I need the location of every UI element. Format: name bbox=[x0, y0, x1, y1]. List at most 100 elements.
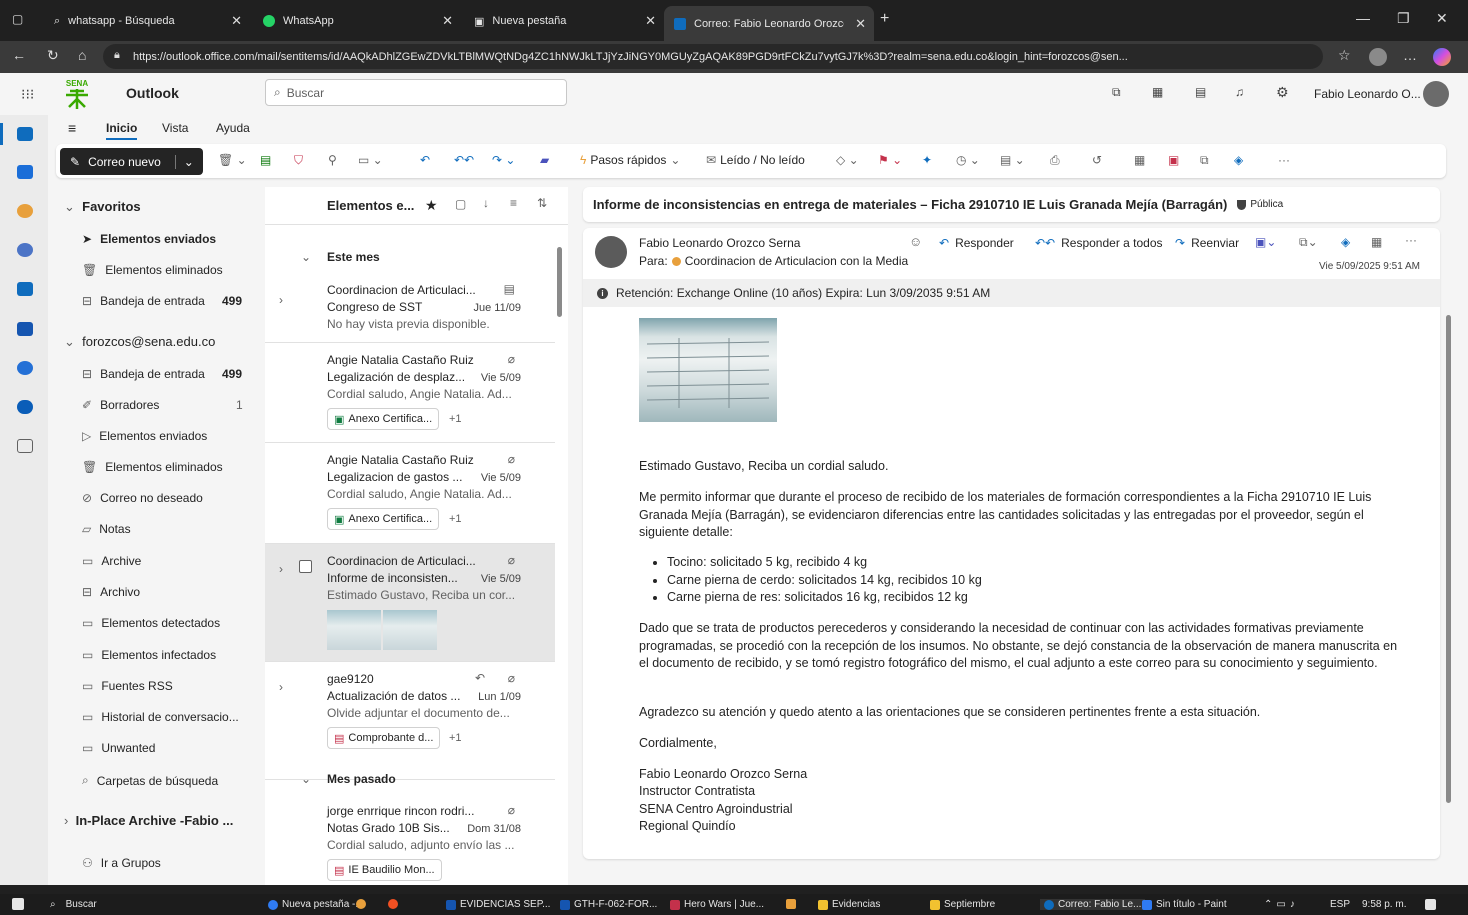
jump-icon[interactable]: ↓ bbox=[483, 196, 489, 210]
minimize-icon[interactable]: — bbox=[1356, 10, 1370, 26]
select-checkbox[interactable] bbox=[299, 560, 312, 573]
avatar[interactable] bbox=[1423, 81, 1449, 107]
back-icon[interactable]: ← bbox=[12, 47, 26, 63]
search-input[interactable]: Buscar bbox=[287, 86, 324, 100]
mail-icon[interactable] bbox=[17, 127, 33, 141]
folder-detected[interactable]: ▭ Elementos detectados bbox=[82, 616, 220, 630]
folder-unwanted[interactable]: ▭ Unwanted bbox=[82, 741, 155, 755]
list-item[interactable]: › gae9120 ↶ ⌀ Actualización de datos ...… bbox=[265, 662, 555, 780]
calendar-icon[interactable]: ▦ bbox=[1152, 85, 1163, 99]
close-window-icon[interactable]: ✕ bbox=[1436, 10, 1448, 27]
taskbar-app[interactable]: Sin título - Paint bbox=[1142, 899, 1227, 910]
onedrive-icon[interactable] bbox=[17, 400, 33, 414]
new-mail-button[interactable]: ✎ Correo nuevo ⌄ bbox=[60, 148, 203, 175]
snooze-icon[interactable]: ◷ ⌄ bbox=[956, 153, 980, 167]
favorites-header[interactable]: ⌄ Favoritos bbox=[64, 199, 141, 215]
taskbar-app[interactable]: EVIDENCIAS SEP... bbox=[446, 899, 550, 910]
lock-icon[interactable]: 🔒︎ bbox=[114, 49, 120, 62]
emoji-icon[interactable]: ☺ bbox=[909, 234, 922, 249]
folder-history[interactable]: ▭ Historial de conversacio... bbox=[82, 710, 239, 724]
word-icon[interactable] bbox=[17, 322, 33, 336]
hamburger-icon[interactable]: ≡ bbox=[68, 120, 76, 136]
meet-icon[interactable]: ⧉ bbox=[1112, 85, 1121, 100]
new-tab-button[interactable]: + bbox=[880, 10, 889, 28]
more-options-icon[interactable]: ··· bbox=[1278, 153, 1290, 167]
taskbar-app-active[interactable]: Correo: Fabio Le... bbox=[1040, 899, 1146, 910]
read-unread-button[interactable]: ✉ Leído / No leído bbox=[706, 153, 805, 167]
taskbar-app[interactable]: GTH-F-062-FOR... bbox=[560, 899, 657, 910]
attached-photo[interactable] bbox=[639, 318, 777, 422]
todo-icon[interactable] bbox=[17, 282, 33, 296]
list-item[interactable]: › Coordinacion de Articulaci... ▤ Congre… bbox=[265, 273, 555, 343]
select-icon[interactable]: ▢ bbox=[455, 197, 466, 211]
sender-name[interactable]: Fabio Leonardo Orozco Serna bbox=[639, 236, 800, 250]
address-bar[interactable]: 🔒︎ https://outlook.office.com/mail/senti… bbox=[103, 44, 1323, 69]
forward-icon[interactable]: ↷ ⌄ bbox=[492, 153, 515, 167]
taskbar-app[interactable]: Nueva pestaña -... bbox=[268, 899, 364, 910]
taskbar-app-icon[interactable] bbox=[786, 899, 796, 909]
attachment-chip[interactable]: ▤ Comprobante d... bbox=[327, 727, 441, 749]
list-item[interactable]: jorge enrrique rincon rodri... ⌀ Notas G… bbox=[265, 794, 555, 885]
gear-icon[interactable]: ⚙ bbox=[1276, 84, 1289, 101]
attachment-chip[interactable]: ▤ IE Baudilio Mon... bbox=[327, 859, 442, 881]
sender-avatar[interactable] bbox=[595, 236, 627, 268]
sort-icon[interactable]: ⇅ bbox=[537, 196, 547, 210]
clock[interactable]: 9:58 p. m. bbox=[1362, 899, 1406, 910]
sensitivity-label[interactable]: Pública bbox=[1237, 199, 1283, 210]
attachment-chip[interactable]: ▣ Anexo Certifica... bbox=[327, 408, 440, 430]
star-icon[interactable]: ★ bbox=[425, 197, 438, 214]
recipient-name[interactable]: Coordinacion de Articulacion con la Medi… bbox=[685, 254, 908, 268]
sweep-icon[interactable]: ⚲ bbox=[328, 153, 337, 167]
close-tab-icon[interactable]: ✕ bbox=[645, 13, 656, 29]
image-thumbnail[interactable] bbox=[327, 610, 381, 650]
home-icon[interactable]: ⌂ bbox=[78, 47, 86, 63]
folder-drafts[interactable]: ✐ Borradores bbox=[82, 398, 159, 412]
taskbar-app[interactable]: Hero Wars | Jue... bbox=[670, 899, 764, 910]
group-header[interactable]: ⌄ Este mes bbox=[301, 250, 380, 264]
quick-steps-button[interactable]: ϟ Pasos rápidos ⌄ bbox=[580, 153, 680, 167]
start-icon[interactable] bbox=[12, 898, 24, 910]
expand-icon[interactable]: › bbox=[279, 680, 283, 694]
bell-icon[interactable]: ♫ bbox=[1235, 85, 1244, 99]
reply-button[interactable]: ↶ Responder bbox=[939, 236, 1014, 250]
close-tab-icon[interactable]: ✕ bbox=[442, 13, 453, 29]
favorites-icon[interactable]: ☆ bbox=[1338, 47, 1351, 64]
tab-ayuda[interactable]: Ayuda bbox=[216, 121, 250, 135]
folder-favorite-sent[interactable]: ➤ Elementos enviados bbox=[82, 232, 216, 246]
chevron-down-icon[interactable]: ⌄ bbox=[174, 154, 194, 169]
folder-archivo[interactable]: ⊟ Archivo bbox=[82, 585, 140, 599]
list-scrollbar[interactable] bbox=[557, 247, 562, 317]
list-item[interactable]: Angie Natalia Castaño Ruiz ⌀ Legalizacio… bbox=[265, 443, 555, 544]
folder-notes[interactable]: ▱ Notas bbox=[82, 522, 131, 536]
list-item-selected[interactable]: › Coordinacion de Articulaci... ⌀ Inform… bbox=[265, 544, 555, 662]
tab-actions-icon[interactable]: ▢ bbox=[12, 12, 23, 26]
copilot-icon[interactable] bbox=[1433, 48, 1451, 66]
archive-icon[interactable]: ▤ bbox=[260, 153, 271, 167]
people-icon[interactable] bbox=[17, 243, 33, 257]
groups-link[interactable]: ⚇ Ir a Grupos bbox=[82, 856, 161, 870]
close-tab-icon[interactable]: ✕ bbox=[231, 13, 242, 29]
user-name[interactable]: Fabio Leonardo O... bbox=[1314, 87, 1421, 101]
copilot-icon[interactable] bbox=[17, 204, 33, 218]
addin-icon[interactable]: ⧉ bbox=[1200, 153, 1209, 168]
refresh-icon[interactable]: ↻ bbox=[47, 47, 59, 64]
group-header[interactable]: ⌄ Mes pasado bbox=[301, 772, 396, 786]
list-item[interactable]: Angie Natalia Castaño Ruiz ⌀ Legalizació… bbox=[265, 343, 555, 443]
pin-icon[interactable]: ✦ bbox=[922, 153, 932, 167]
expand-icon[interactable]: › bbox=[279, 293, 283, 307]
pdf-icon[interactable]: ▣⌄ bbox=[1255, 235, 1276, 249]
folder-infected[interactable]: ▭ Elementos infectados bbox=[82, 648, 216, 662]
loop-icon[interactable]: ◈ bbox=[1341, 235, 1350, 249]
notes-icon[interactable]: ▤ bbox=[1195, 85, 1206, 99]
forward-button[interactable]: ↷ Reenviar bbox=[1175, 236, 1239, 250]
teams-icon[interactable]: ▰ bbox=[540, 153, 549, 167]
folder-sent[interactable]: ▷ Elementos enviados bbox=[82, 429, 207, 443]
filter-icon[interactable]: ≡ bbox=[510, 196, 517, 210]
profile-avatar[interactable] bbox=[1369, 48, 1387, 66]
taskbar-app-icon[interactable] bbox=[388, 899, 398, 909]
loop-icon[interactable]: ◈ bbox=[1234, 153, 1243, 167]
restore-icon[interactable]: ❐ bbox=[1397, 10, 1410, 27]
taskbar-app[interactable]: Septiembre bbox=[930, 899, 995, 910]
reply-all-icon[interactable]: ↶↶ bbox=[454, 153, 474, 167]
reply-all-button[interactable]: ↶↶ Responder a todos bbox=[1035, 236, 1163, 250]
